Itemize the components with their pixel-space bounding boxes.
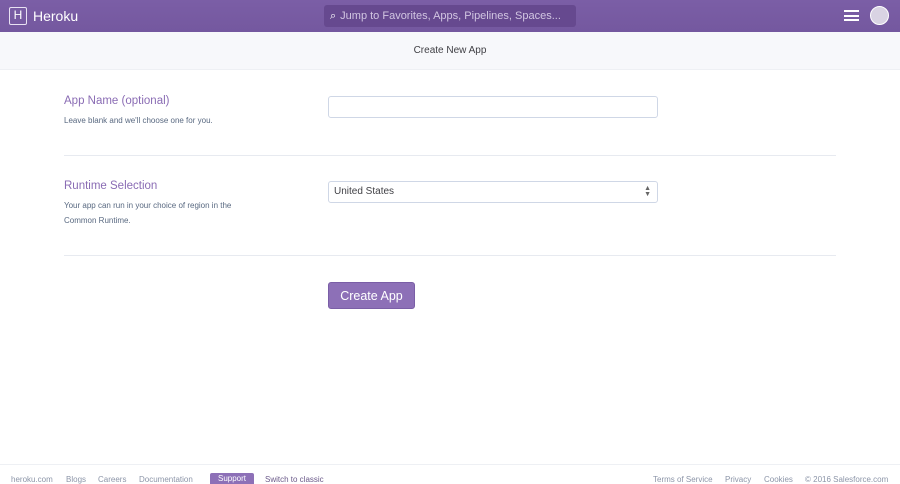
avatar[interactable]	[870, 6, 889, 25]
support-button[interactable]: Support	[210, 473, 255, 484]
footer-link-documentation[interactable]: Documentation	[139, 475, 193, 484]
brand-name[interactable]: Heroku	[33, 8, 78, 24]
switch-to-classic-link[interactable]: Switch to classic	[265, 475, 324, 484]
divider	[64, 255, 836, 256]
heroku-logo-icon[interactable]: H	[9, 7, 27, 25]
create-app-button[interactable]: Create App	[328, 282, 415, 309]
region-select[interactable]: United States ▲ ▼	[328, 181, 658, 203]
runtime-description: Your app can run in your choice of regio…	[64, 201, 232, 225]
app-name-description: Leave blank and we'll choose one for you…	[64, 116, 213, 125]
footer: heroku.com Blogs Careers Documentation S…	[0, 464, 900, 484]
region-selected: United States	[334, 186, 395, 197]
footer-link-blogs[interactable]: Blogs	[66, 475, 86, 484]
footer-link-cookies[interactable]: Cookies	[764, 475, 793, 484]
page-title: Create New App	[0, 32, 900, 70]
copyright: © 2016 Salesforce.com	[805, 475, 889, 484]
hamburger-menu-icon[interactable]	[844, 10, 859, 21]
top-nav: H Heroku ⌕ Jump to Favorites, Apps, Pipel…	[0, 0, 900, 32]
app-name-input[interactable]	[328, 96, 658, 118]
footer-link-careers[interactable]: Careers	[98, 475, 126, 484]
search-input[interactable]: ⌕ Jump to Favorites, Apps, Pipelines, Spa…	[324, 5, 576, 27]
divider	[64, 155, 836, 156]
footer-link-heroku[interactable]: heroku.com	[11, 475, 53, 484]
select-arrows-icon: ▲ ▼	[644, 185, 651, 198]
footer-link-privacy[interactable]: Privacy	[725, 475, 751, 484]
search-icon: ⌕	[330, 9, 337, 22]
search-placeholder: Jump to Favorites, Apps, Pipelines, Spac…	[340, 10, 561, 22]
footer-link-terms[interactable]: Terms of Service	[653, 475, 713, 484]
